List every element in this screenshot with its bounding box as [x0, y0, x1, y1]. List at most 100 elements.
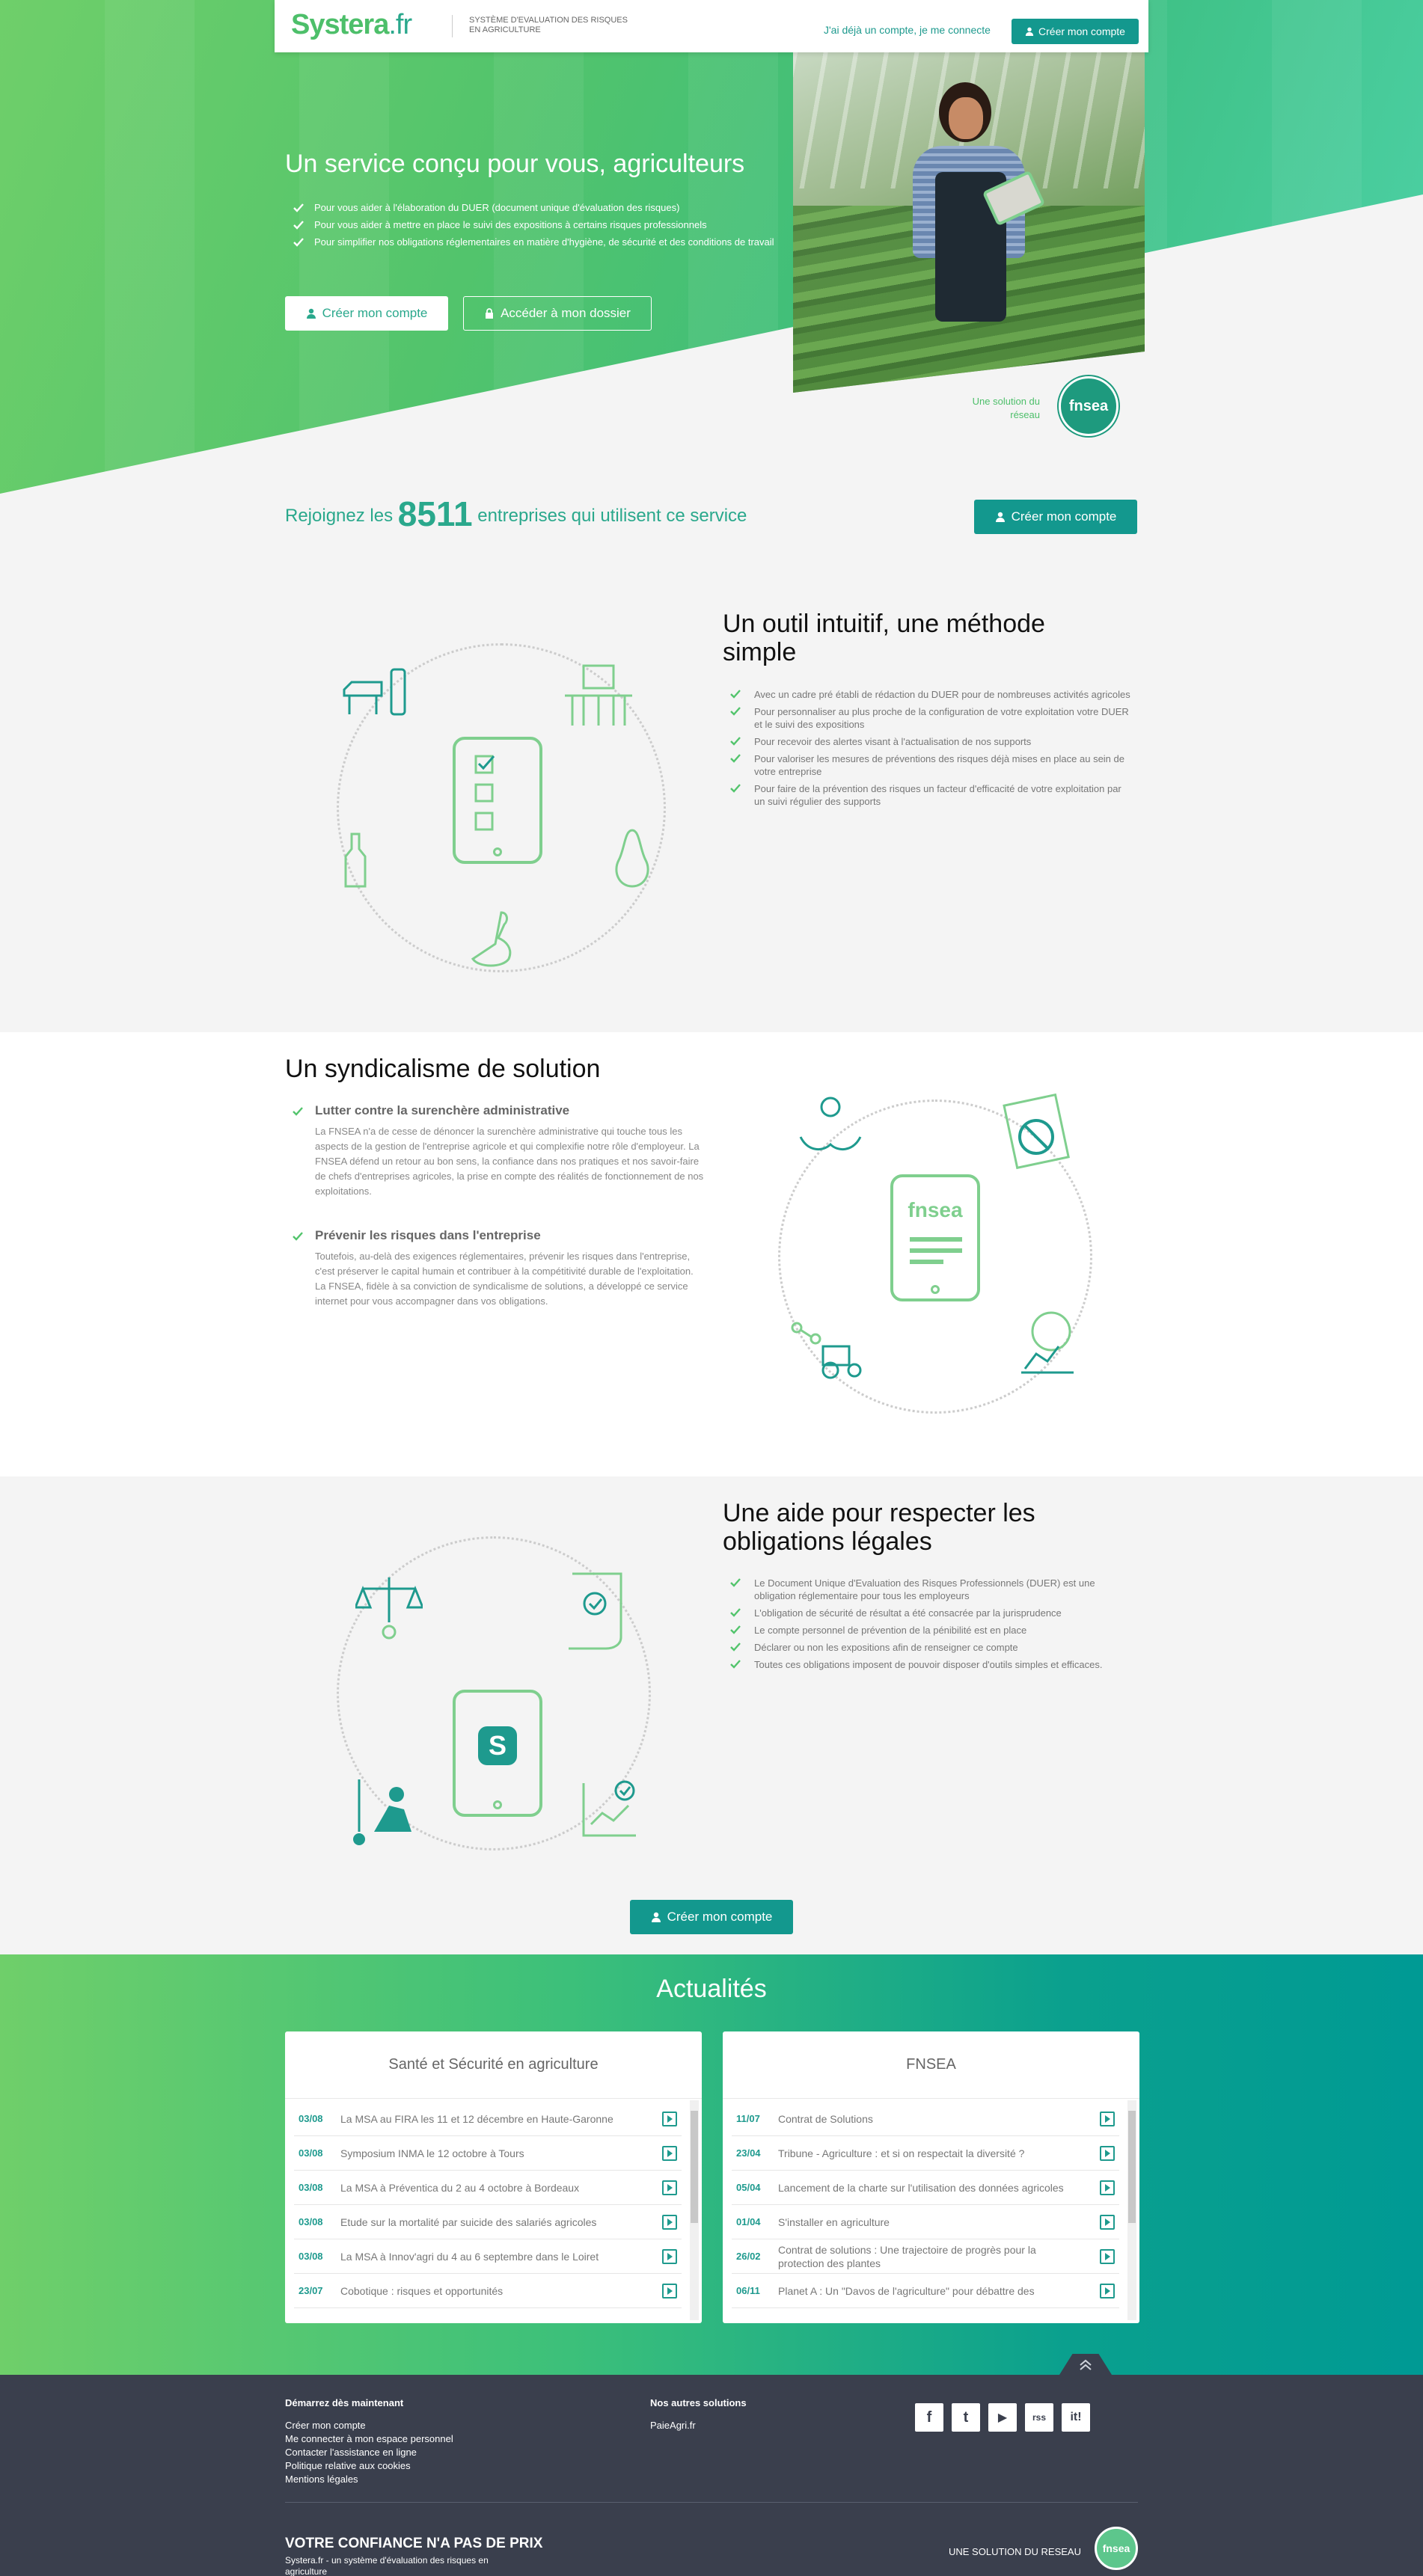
header-create-account-button[interactable]: Créer mon compte	[1012, 19, 1139, 44]
check-icon	[730, 1643, 741, 1652]
login-link[interactable]: J'ai déjà un compte, je me connecte	[824, 24, 991, 36]
block-text: La FNSEA n'a de cesse de dénoncer la sur…	[315, 1126, 704, 1197]
systera-logo[interactable]: Systera.fr	[291, 9, 412, 41]
hero-section: Un service conçu pour vous, agriculteurs…	[0, 0, 1423, 494]
farm-illustration	[337, 643, 666, 972]
block-title: Prévenir les risques dans l'entreprise	[315, 1228, 541, 1242]
play-icon[interactable]	[662, 2248, 677, 2264]
news-item[interactable]: 03/08 Etude sur la mortalité par suicide …	[294, 2205, 682, 2239]
chart-check-icon	[582, 1780, 636, 1837]
news-item[interactable]: 03/08 La MSA au FIRA les 11 et 12 décembr…	[294, 2102, 682, 2136]
list-item: Pour vous aider à l'élaboration du DUER …	[293, 200, 780, 215]
list-item: Le Document Unique d'Evaluation des Risq…	[730, 1577, 1134, 1602]
news-item[interactable]: 26/02 Contrat de solutions : Une trajecto…	[732, 2239, 1119, 2274]
check-icon	[730, 1625, 741, 1634]
play-icon[interactable]	[1100, 2283, 1115, 2299]
tablet-icon: S	[453, 1690, 542, 1817]
worker-lifting-icon	[353, 1779, 411, 1845]
globe-growth-icon	[1021, 1311, 1074, 1374]
news-item[interactable]: 23/04 Tribune - Agriculture : et si on re…	[732, 2136, 1119, 2171]
list-item: Pour valoriser les mesures de prévention…	[730, 752, 1134, 778]
news-item[interactable]: 03/08 La MSA à Préventica du 2 au 4 octob…	[294, 2171, 682, 2205]
legal-illustration: S	[337, 1536, 651, 1850]
play-icon[interactable]	[662, 2283, 677, 2299]
news-item[interactable]: 23/07 Cobotique : risques et opportunités	[294, 2274, 682, 2308]
pear-icon	[615, 829, 649, 888]
rss-icon[interactable]: rss	[1025, 2403, 1053, 2432]
list-item: Déclarer ou non les expositions afin de …	[730, 1641, 1134, 1654]
list-item: Pour personnaliser au plus proche de la …	[730, 705, 1134, 731]
card-title: FNSEA	[723, 2031, 1139, 2099]
itunes-icon[interactable]: it!	[1062, 2403, 1090, 2432]
hero-photo-farmer	[793, 52, 1145, 393]
legal-create-account-button[interactable]: Créer mon compte	[630, 1900, 793, 1934]
play-icon[interactable]	[1100, 2180, 1115, 2195]
news-list: 03/08 La MSA au FIRA les 11 et 12 décembr…	[285, 2099, 682, 2308]
news-item[interactable]: 03/08 La MSA à Innov'agri du 4 au 6 septe…	[294, 2239, 682, 2274]
user-icon	[1025, 27, 1034, 36]
news-item[interactable]: 05/04 Lancement de la charte sur l'utilis…	[732, 2171, 1119, 2205]
footer-link[interactable]: Contacter l'assistance en ligne	[285, 2446, 453, 2459]
check-icon	[730, 707, 741, 716]
cow-milk-icon	[343, 668, 406, 716]
check-icon	[730, 784, 741, 793]
list-item: Avec un cadre pré établi de rédaction du…	[730, 688, 1134, 701]
list-item: Toutes ces obligations imposent de pouvo…	[730, 1658, 1134, 1671]
user-icon	[306, 308, 316, 319]
footer-link[interactable]: Mentions légales	[285, 2473, 453, 2486]
play-icon[interactable]	[1100, 2248, 1115, 2264]
play-icon[interactable]	[1100, 2145, 1115, 2161]
footer-tagline: VOTRE CONFIANCE N'A PAS DE PRIX	[285, 2536, 543, 2551]
footer-link[interactable]: PaieAgri.fr	[650, 2419, 747, 2432]
scrollbar[interactable]	[690, 2100, 699, 2320]
news-item[interactable]: 01/04 S'installer en agriculture	[732, 2205, 1119, 2239]
footer-link[interactable]: Politique relative aux cookies	[285, 2459, 453, 2473]
footer-start-column: Démarrez dès maintenant Créer mon compte…	[285, 2397, 453, 2486]
list-item: Pour simplifier nos obligations réglemen…	[293, 235, 780, 249]
hero-access-file-button[interactable]: Accéder à mon dossier	[463, 296, 652, 331]
check-icon	[730, 1578, 741, 1587]
feature-list: Avec un cadre pré établi de rédaction du…	[730, 688, 1134, 812]
play-icon[interactable]	[662, 2145, 677, 2161]
check-icon	[293, 1232, 303, 1241]
list-item: Pour vous aider à mettre en place le sui…	[293, 218, 780, 232]
play-icon[interactable]	[662, 2111, 677, 2126]
join-create-account-button[interactable]: Créer mon compte	[974, 500, 1137, 534]
block-title: Lutter contre la surenchère administrati…	[315, 1103, 570, 1117]
check-icon	[730, 1660, 741, 1669]
divider	[285, 2502, 1138, 2503]
hero-create-account-button[interactable]: Créer mon compte	[285, 296, 448, 331]
section-intuitive-tool: Un outil intuitif, une méthode simple Av…	[0, 568, 1423, 1032]
check-icon	[730, 690, 741, 699]
play-icon[interactable]	[662, 2180, 677, 2195]
user-icon	[995, 512, 1005, 522]
fnsea-illustration: fnsea	[771, 1092, 1092, 1414]
check-icon	[730, 737, 741, 746]
play-icon[interactable]	[1100, 2214, 1115, 2230]
twitter-icon[interactable]: t	[952, 2403, 980, 2432]
chevron-up-icon	[1080, 2359, 1092, 2370]
handshake-person-icon	[799, 1097, 862, 1151]
check-icon	[293, 203, 304, 212]
news-item[interactable]: 03/08 Symposium INMA le 12 octobre à Tour…	[294, 2136, 682, 2171]
join-counter: Rejoignez les 8511 entreprises qui utili…	[285, 494, 747, 533]
lock-icon	[486, 308, 494, 319]
play-icon[interactable]	[1100, 2111, 1115, 2126]
wine-bottle-icon	[344, 832, 367, 888]
logo-subtitle: SYSTÈME D'EVALUATION DES RISQUES EN AGRI…	[469, 16, 628, 34]
block-text: Toutefois, au-delà des exigences régleme…	[315, 1251, 694, 1307]
check-icon	[293, 1107, 303, 1116]
footer-description: Systera.fr - un système d'évaluation des…	[285, 2555, 489, 2576]
play-icon[interactable]	[662, 2214, 677, 2230]
company-count: 8511	[397, 494, 473, 533]
facebook-icon[interactable]: f	[915, 2403, 943, 2432]
news-item[interactable]: 11/07 Contrat de Solutions	[732, 2102, 1119, 2136]
youtube-icon[interactable]: ▶	[988, 2403, 1017, 2432]
footer-link[interactable]: Créer mon compte	[285, 2419, 453, 2432]
news-title: Actualités	[656, 1975, 767, 2003]
scrollbar[interactable]	[1127, 2100, 1136, 2320]
news-section	[0, 1954, 1423, 2375]
footer-link[interactable]: Me connecter à mon espace personnel	[285, 2432, 453, 2446]
hero-title: Un service conçu pour vous, agriculteurs	[285, 150, 745, 178]
news-item[interactable]: 06/11 Planet A : Un "Davos de l'agricultu…	[732, 2274, 1119, 2308]
